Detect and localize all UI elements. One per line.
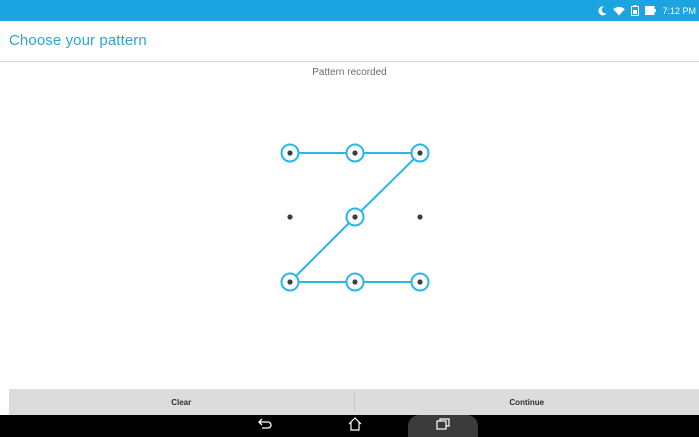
- home-button[interactable]: [340, 415, 370, 437]
- pattern-lock-view[interactable]: [0, 0, 699, 437]
- button-bar: Clear Continue: [9, 389, 699, 415]
- pattern-node-1[interactable]: [280, 143, 300, 163]
- pattern-node-9[interactable]: [410, 272, 430, 292]
- pattern-node-8[interactable]: [345, 272, 365, 292]
- recent-apps-button[interactable]: [428, 415, 458, 437]
- pattern-segment: [289, 216, 356, 283]
- recent-apps-icon: [436, 417, 450, 435]
- back-icon: [258, 417, 272, 435]
- pattern-segment: [354, 152, 421, 218]
- navigation-bar: [0, 415, 699, 437]
- pattern-node-7[interactable]: [280, 272, 300, 292]
- continue-button[interactable]: Continue: [355, 389, 699, 415]
- pattern-node-3[interactable]: [410, 143, 430, 163]
- pattern-node-4[interactable]: [287, 214, 293, 220]
- home-icon: [347, 416, 363, 436]
- clear-button[interactable]: Clear: [9, 389, 354, 415]
- pattern-node-5[interactable]: [345, 207, 365, 227]
- back-button[interactable]: [250, 415, 280, 437]
- pattern-node-6[interactable]: [417, 214, 423, 220]
- pattern-node-2[interactable]: [345, 143, 365, 163]
